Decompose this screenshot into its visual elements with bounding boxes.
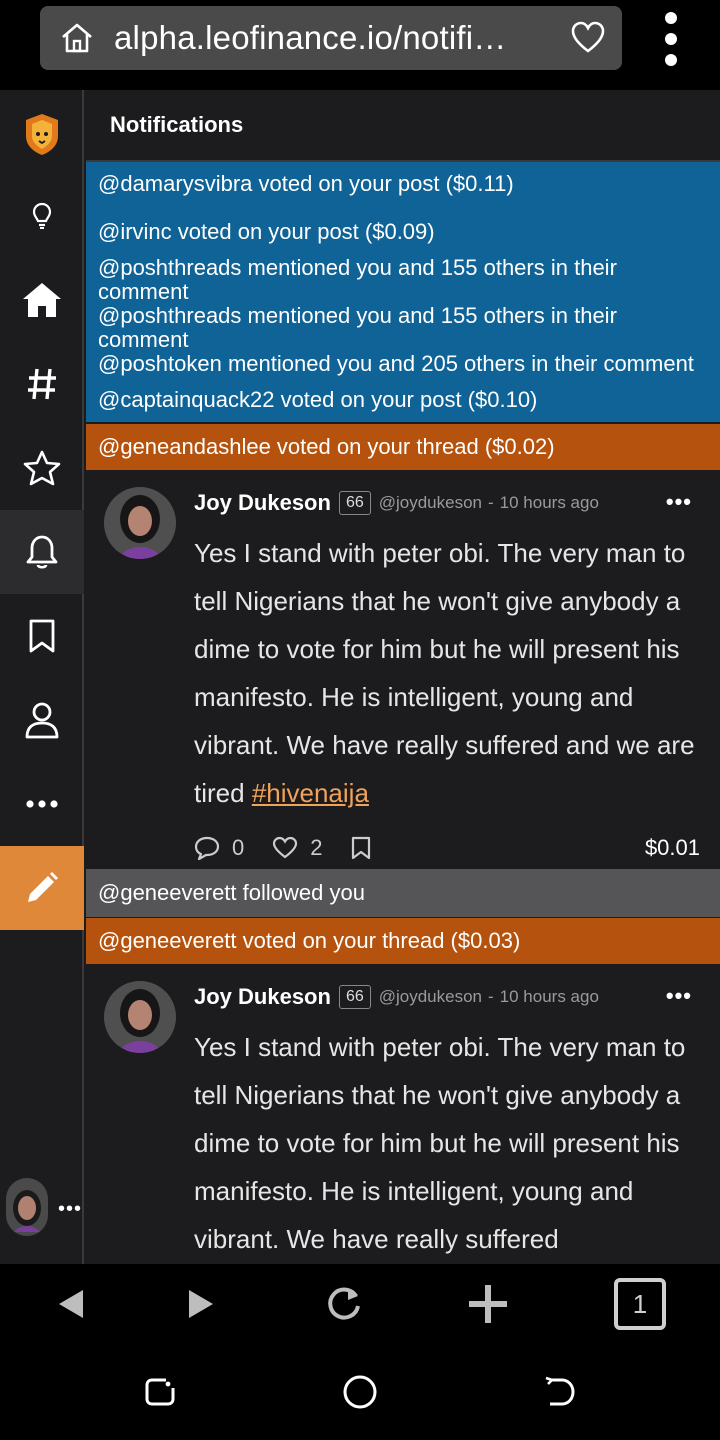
thread-post[interactable]: Joy Dukeson 66 @joydukeson - 10 hours ag…: [86, 965, 720, 1263]
notification-item[interactable]: @poshthreads mentioned you and 155 other…: [98, 256, 708, 304]
sidebar: •••: [0, 90, 84, 1264]
forward-icon[interactable]: [172, 1274, 232, 1334]
lightbulb-icon[interactable]: [0, 174, 84, 258]
user-icon[interactable]: [0, 678, 84, 762]
browser-bottom-bar: 1: [0, 1264, 720, 1344]
avatar[interactable]: [6, 1178, 48, 1236]
notification-group: @damarysvibra voted on your post ($0.11)…: [86, 162, 720, 423]
author-name[interactable]: Joy Dukeson: [194, 984, 331, 1010]
post-text: Yes I stand with peter obi. The very man…: [194, 538, 695, 808]
reload-icon[interactable]: [314, 1274, 374, 1334]
bookmark-icon: [351, 836, 370, 860]
notification-item[interactable]: @poshthreads mentioned you and 155 other…: [98, 304, 708, 352]
avatar[interactable]: [104, 981, 176, 1053]
notification-item[interactable]: @poshtoken mentioned you and 205 others …: [98, 352, 708, 376]
post-header: Joy Dukeson 66 @joydukeson - 10 hours ag…: [194, 487, 704, 519]
notification-item[interactable]: @damarysvibra voted on your post ($0.11): [98, 172, 708, 196]
post-options-icon[interactable]: •••: [666, 489, 692, 515]
heart-icon[interactable]: [570, 20, 606, 56]
author-name[interactable]: Joy Dukeson: [194, 490, 331, 516]
more-icon[interactable]: [0, 762, 84, 846]
browser-toolbar: alpha.leofinance.io/notifi…: [0, 0, 720, 90]
address-bar[interactable]: alpha.leofinance.io/notifi…: [40, 6, 622, 70]
post-body: Yes I stand with peter obi. The very man…: [194, 1032, 686, 1254]
hashtag-link[interactable]: #hivenaija: [252, 778, 369, 808]
post-options-icon[interactable]: •••: [666, 983, 692, 1009]
notification-item[interactable]: @captainquack22 voted on your post ($0.1…: [98, 388, 708, 412]
recents-icon[interactable]: [140, 1372, 180, 1412]
back-icon[interactable]: [40, 1274, 100, 1334]
author-handle[interactable]: @joydukeson: [379, 493, 482, 513]
page-title: Notifications: [110, 112, 244, 137]
hashtag-icon[interactable]: [0, 342, 84, 426]
post-actions: 0 2 $0.01: [194, 817, 704, 879]
timestamp[interactable]: 10 hours ago: [500, 493, 599, 513]
kebab-menu-icon[interactable]: [660, 12, 682, 66]
notification-item[interactable]: @geneandashlee voted on your thread ($0.…: [86, 423, 720, 471]
like-button[interactable]: 2: [272, 835, 323, 861]
post-body: Yes I stand with peter obi. The very man…: [194, 529, 708, 817]
payout-value[interactable]: $0.01: [645, 835, 700, 861]
page-header: Notifications: [86, 90, 720, 162]
reputation-badge: 66: [338, 491, 371, 515]
notification-item[interactable]: @irvinc voted on your post ($0.09): [98, 220, 708, 244]
tab-switcher-button[interactable]: 1: [610, 1274, 670, 1334]
home-icon[interactable]: [40, 6, 114, 70]
separator: -: [488, 493, 494, 512]
reputation-badge: 66: [338, 985, 371, 1009]
avatar[interactable]: [104, 487, 176, 559]
comment-icon: [194, 836, 220, 860]
like-count: 2: [310, 835, 323, 860]
thread-post[interactable]: Joy Dukeson 66 @joydukeson - 10 hours ag…: [86, 471, 720, 869]
url-text[interactable]: alpha.leofinance.io/notifi…: [114, 19, 554, 57]
timestamp[interactable]: 10 hours ago: [500, 987, 599, 1007]
compose-button[interactable]: [0, 846, 84, 930]
separator: -: [488, 987, 494, 1006]
bookmark-icon[interactable]: [0, 594, 84, 678]
bookmark-button[interactable]: [351, 836, 383, 860]
heart-icon: [273, 836, 298, 859]
star-icon[interactable]: [0, 426, 84, 510]
page: ••• Notifications @damarysvibra voted on…: [0, 90, 720, 1264]
system-navigation: [0, 1344, 720, 1440]
account-menu-icon[interactable]: •••: [58, 1198, 82, 1221]
comment-count: 0: [232, 835, 245, 860]
home-nav-icon[interactable]: [340, 1372, 380, 1412]
lion-logo[interactable]: [0, 92, 84, 176]
bell-icon[interactable]: [0, 510, 84, 594]
plus-icon[interactable]: [458, 1274, 518, 1334]
main-content: Notifications @damarysvibra voted on you…: [86, 90, 720, 1264]
author-handle[interactable]: @joydukeson: [379, 987, 482, 1007]
comment-button[interactable]: 0: [194, 835, 244, 861]
notification-item[interactable]: @geneeverett voted on your thread ($0.03…: [86, 917, 720, 965]
pencil-icon: [28, 872, 58, 902]
back-nav-icon[interactable]: [540, 1372, 580, 1412]
house-icon[interactable]: [0, 258, 84, 342]
tab-count: 1: [614, 1278, 666, 1330]
post-header: Joy Dukeson 66 @joydukeson - 10 hours ag…: [194, 981, 704, 1013]
